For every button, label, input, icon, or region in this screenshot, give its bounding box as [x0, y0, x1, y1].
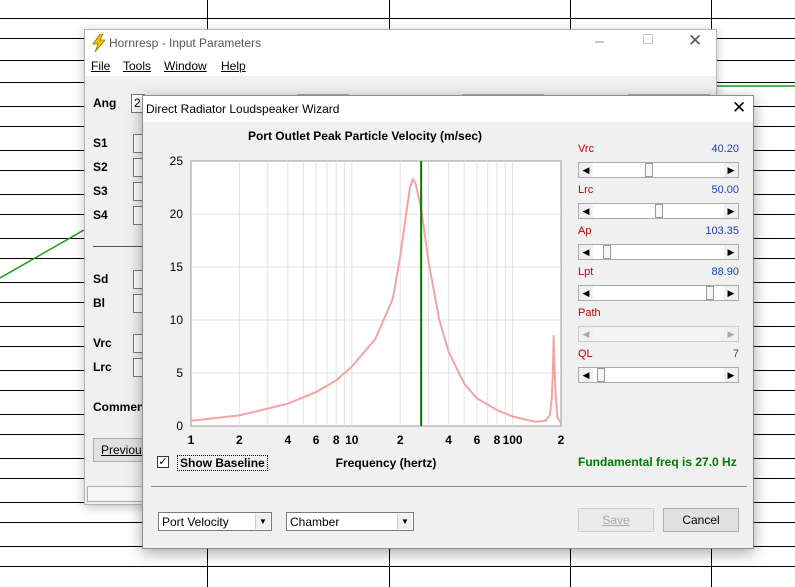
previous-button[interactable]: Previous [93, 438, 148, 462]
y-tick-label: 10 [170, 313, 184, 327]
control-value-vrc: 40.20 [711, 143, 739, 155]
menu-file[interactable]: File [91, 59, 110, 73]
slider-right-arrow: ▶ [724, 327, 738, 341]
y-tick-label: 15 [170, 260, 184, 274]
port-velocity-select[interactable]: Port Velocity ▼ [158, 512, 272, 531]
slider-thumb[interactable] [644, 163, 653, 177]
y-tick-label: 0 [176, 419, 183, 433]
y-tick-label: 25 [170, 154, 184, 168]
slider-vrc[interactable]: ◀ ▶ [578, 162, 739, 178]
minimize-button[interactable]: – [595, 33, 604, 51]
slider-right-arrow[interactable]: ▶ [724, 204, 738, 218]
label-lrc: Lrc [93, 360, 112, 374]
show-baseline-label[interactable]: Show Baseline [177, 455, 268, 471]
control-label-vrc: Vrc [578, 143, 595, 155]
divider [93, 246, 145, 247]
label-comment: Comment [93, 400, 149, 414]
control-label-ap: Ap [578, 225, 592, 237]
chevron-down-icon[interactable]: ▼ [397, 514, 412, 529]
cancel-button[interactable]: Cancel [663, 508, 739, 532]
wizard-title-bar: Direct Radiator Loudspeaker Wizard ✕ [143, 96, 753, 122]
wizard-close-button[interactable]: ✕ [732, 98, 746, 118]
lightning-icon [92, 34, 106, 52]
control-label-lpt: Lpt [578, 266, 594, 278]
control-label-ql: QL [578, 348, 593, 360]
slider-ap[interactable]: ◀ ▶ [578, 244, 739, 260]
x-tick-label: 1 [188, 433, 195, 447]
wizard-dialog: Direct Radiator Loudspeaker Wizard ✕ Por… [142, 95, 754, 549]
x-tick-label: 2 [558, 433, 565, 447]
y-axis-ticks: 0 5 10 15 20 25 [170, 154, 184, 433]
label-vrc: Vrc [93, 336, 112, 350]
hornresp-title: Hornresp - Input Parameters [109, 36, 262, 50]
y-tick-label: 20 [170, 207, 184, 221]
control-value-ql: 7 [732, 348, 739, 360]
velocity-chart: Port Outlet Peak Particle Velocity (m/se… [170, 129, 565, 470]
x-tick-label: 100 [503, 433, 523, 447]
chamber-value: Chamber [290, 515, 340, 529]
slider-lpt[interactable]: ◀ ▶ [578, 285, 739, 301]
label-ang: Ang [93, 96, 117, 110]
x-axis-label: Frequency (hertz) [336, 456, 437, 470]
port-velocity-value: Port Velocity [162, 515, 229, 529]
label-s4: S4 [93, 208, 108, 222]
label-s3: S3 [93, 184, 108, 198]
status-bar [87, 486, 143, 502]
slider-right-arrow[interactable]: ▶ [724, 163, 738, 177]
slider-left-arrow[interactable]: ◀ [579, 368, 593, 382]
slider-thumb[interactable] [596, 368, 605, 382]
chart-title: Port Outlet Peak Particle Velocity (m/se… [248, 129, 482, 143]
x-tick-label: 2 [397, 433, 404, 447]
menu-tools[interactable]: Tools [123, 59, 151, 73]
wizard-title: Direct Radiator Loudspeaker Wizard [146, 102, 340, 116]
y-tick-label: 5 [176, 366, 183, 380]
control-value-lpt: 88.90 [711, 266, 739, 278]
x-tick-label: 4 [445, 433, 452, 447]
x-tick-label: 8 [494, 433, 501, 447]
menu-bar: File Tools Window Help [85, 56, 716, 76]
slider-lrc[interactable]: ◀ ▶ [578, 203, 739, 219]
slider-right-arrow[interactable]: ▶ [724, 245, 738, 259]
slider-left-arrow: ◀ [579, 327, 593, 341]
slider-left-arrow[interactable]: ◀ [579, 163, 593, 177]
label-s1: S1 [93, 136, 108, 150]
x-tick-label: 6 [474, 433, 481, 447]
label-sd: Sd [93, 272, 109, 286]
slider-ql[interactable]: ◀ ▶ [578, 367, 739, 383]
control-value-ap: 103.35 [705, 225, 739, 237]
maximize-button[interactable] [643, 34, 653, 44]
slider-left-arrow[interactable]: ◀ [579, 204, 593, 218]
menu-help[interactable]: Help [221, 59, 246, 73]
label-bl: Bl [93, 296, 105, 310]
save-button[interactable]: Save [578, 508, 654, 532]
slider-left-arrow[interactable]: ◀ [579, 286, 593, 300]
x-tick-label: 4 [284, 433, 291, 447]
slider-right-arrow[interactable]: ▶ [724, 368, 738, 382]
x-tick-label: 8 [333, 433, 340, 447]
slider-thumb[interactable] [654, 204, 663, 218]
show-baseline-checkbox[interactable]: ✓ [157, 456, 169, 468]
control-label-lrc: Lrc [578, 184, 594, 196]
chevron-down-icon[interactable]: ▼ [255, 514, 270, 529]
slider-thumb[interactable] [602, 245, 611, 259]
hornresp-title-bar: Hornresp - Input Parameters – ✕ [85, 30, 716, 56]
x-tick-label: 10 [345, 433, 359, 447]
control-value-lrc: 50.00 [711, 184, 739, 196]
slider-right-arrow[interactable]: ▶ [724, 286, 738, 300]
menu-window[interactable]: Window [164, 59, 207, 73]
slider-path: ◀ ▶ [578, 326, 739, 342]
chamber-select[interactable]: Chamber ▼ [286, 512, 414, 531]
slider-thumb[interactable] [706, 286, 715, 300]
fundamental-frequency: Fundamental freq is 27.0 Hz [578, 455, 737, 469]
slider-left-arrow[interactable]: ◀ [579, 245, 593, 259]
x-axis-ticks: 1 2 4 6 8 10 2 4 6 8 100 2 [188, 433, 565, 447]
label-s2: S2 [93, 160, 108, 174]
divider [151, 486, 747, 487]
control-label-path: Path [578, 307, 601, 319]
x-tick-label: 2 [236, 433, 243, 447]
close-button[interactable]: ✕ [688, 31, 702, 51]
x-tick-label: 6 [313, 433, 320, 447]
